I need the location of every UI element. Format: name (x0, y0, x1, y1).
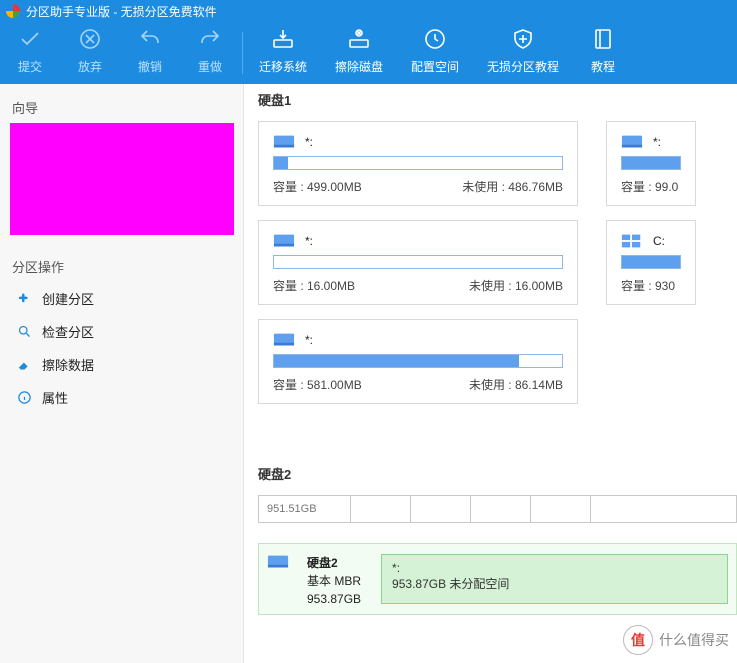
tool-label: 放弃 (78, 58, 102, 75)
discard-button: 放弃 (60, 22, 120, 84)
tool-label: 重做 (198, 58, 222, 75)
op-label: 检查分区 (42, 322, 94, 341)
partition-card[interactable]: *: 容量 : 99.0 (606, 121, 696, 206)
disk2-bar[interactable]: 951.51GB (258, 495, 737, 523)
window-title: 分区助手专业版 - 无损分区免费软件 (26, 3, 217, 20)
tool-label: 擦除磁盘 (335, 58, 383, 75)
tutorial-button[interactable]: 无损分区教程 (473, 22, 573, 84)
win-icon (621, 233, 643, 249)
usage-bar (273, 156, 563, 170)
space-button[interactable]: 配置空间 (397, 22, 473, 84)
promo-panel[interactable] (10, 123, 234, 235)
partition-card[interactable]: C: 容量 : 930 (606, 220, 696, 305)
tool-label: 教程 (591, 58, 615, 75)
op-check[interactable]: 检查分区 (10, 315, 233, 348)
disk2-size: 953.87GB (307, 592, 361, 606)
op-label: 属性 (42, 388, 68, 407)
clock-icon (422, 26, 448, 52)
app-logo-icon (6, 4, 20, 18)
partition-label: *: (305, 234, 313, 248)
search-icon (16, 324, 32, 340)
tool-label: 迁移系统 (259, 58, 307, 75)
partition-card[interactable]: *: 容量 : 16.00MB未使用 : 16.00MB (258, 220, 578, 305)
disk2-title: 硬盘2 (258, 464, 737, 483)
drive-icon (273, 233, 295, 249)
erase-icon (346, 26, 372, 52)
partition-card[interactable]: *: 容量 : 499.00MB未使用 : 486.76MB (258, 121, 578, 206)
drive-arrow-icon (270, 26, 296, 52)
usage-bar (273, 354, 563, 368)
drive-icon (273, 134, 295, 150)
tool-label: 配置空间 (411, 58, 459, 75)
drive-icon (273, 332, 295, 348)
op-label: 擦除数据 (42, 355, 94, 374)
undo-button: 撤销 (120, 22, 180, 84)
disk2-name: 硬盘2 (307, 556, 338, 570)
xcircle-icon (77, 26, 103, 52)
op-label: 创建分区 (42, 289, 94, 308)
redo-icon (197, 26, 223, 52)
drive-icon (267, 554, 289, 570)
info-icon (16, 390, 32, 406)
op-props[interactable]: 属性 (10, 381, 233, 414)
disk2-bar-segment[interactable]: 951.51GB (259, 496, 351, 522)
tool-label: 无损分区教程 (487, 58, 559, 75)
undo-icon (137, 26, 163, 52)
disk1-title: 硬盘1 (258, 90, 737, 109)
watermark: 值 什么值得买 (623, 625, 729, 655)
content-area: 硬盘1 *: 容量 : 499.00MB未使用 : 486.76MB *: 容量… (244, 84, 737, 663)
watermark-text: 什么值得买 (659, 630, 729, 650)
sidebar: 向导 分区操作 创建分区检查分区擦除数据属性 (0, 84, 244, 663)
wizard-heading: 向导 (12, 98, 231, 117)
partition-label: C: (653, 234, 665, 248)
partition-label: *: (305, 135, 313, 149)
tool-label: 提交 (18, 58, 42, 75)
op-create[interactable]: 创建分区 (10, 282, 233, 315)
title-bar: 分区助手专业版 - 无损分区免费软件 (0, 0, 737, 22)
eraser-icon (16, 357, 32, 373)
usage-bar (621, 156, 681, 170)
ops-heading: 分区操作 (12, 257, 231, 276)
migrate-button[interactable]: 迁移系统 (245, 22, 321, 84)
redo-button: 重做 (180, 22, 240, 84)
op-erase[interactable]: 擦除数据 (10, 348, 233, 381)
wipe-button[interactable]: 擦除磁盘 (321, 22, 397, 84)
puzzle-icon (16, 291, 32, 307)
book-icon (590, 26, 616, 52)
tool-label: 撤销 (138, 58, 162, 75)
disk2-type: 基本 MBR (307, 574, 361, 588)
usage-bar (273, 255, 563, 269)
disk2-unallocated[interactable]: *: 953.87GB 未分配空间 (381, 554, 728, 604)
usage-bar (621, 255, 681, 269)
help-button[interactable]: 教程 (573, 22, 633, 84)
toolbar: 提交 放弃 撤销 重做 迁移系统 擦除磁盘 配置空间 无损分区教程 教程 (0, 22, 737, 84)
drive-icon (621, 134, 643, 150)
watermark-icon: 值 (623, 625, 653, 655)
partition-card[interactable]: *: 容量 : 581.00MB未使用 : 86.14MB (258, 319, 578, 404)
disk2-row[interactable]: 硬盘2 基本 MBR 953.87GB *: 953.87GB 未分配空间 (258, 543, 737, 615)
partition-label: *: (305, 333, 313, 347)
partition-label: *: (653, 135, 661, 149)
shield-icon (510, 26, 536, 52)
commit-button: 提交 (0, 22, 60, 84)
check-icon (17, 26, 43, 52)
